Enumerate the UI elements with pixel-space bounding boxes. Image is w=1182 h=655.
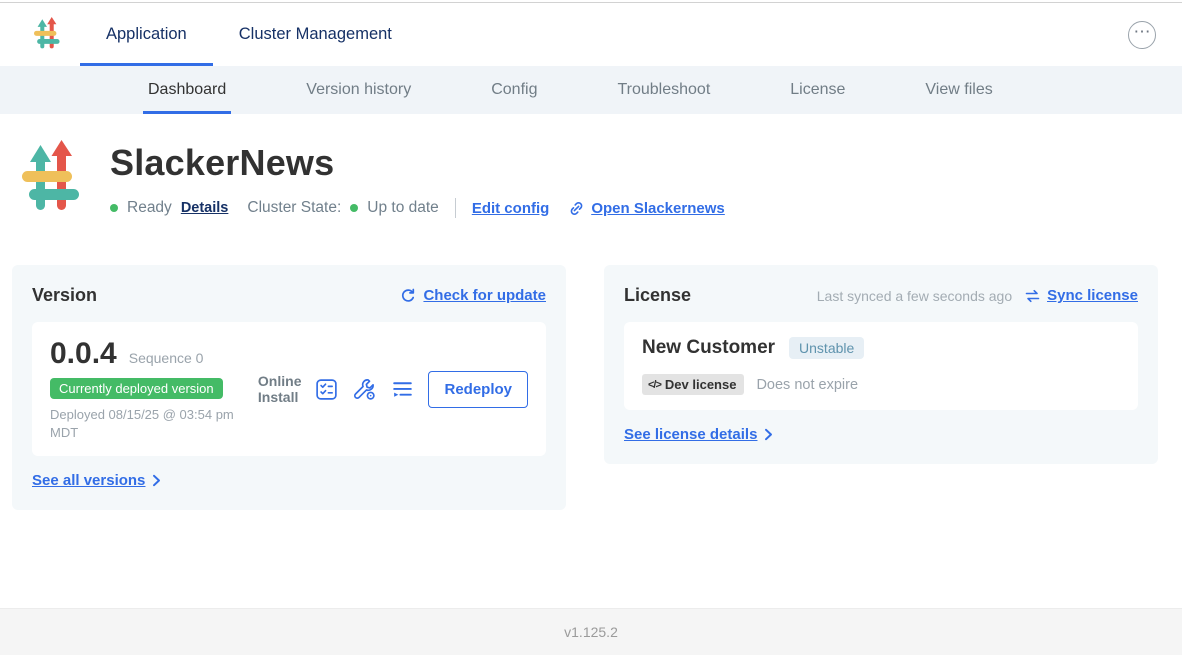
- sequence-label: Sequence 0: [129, 350, 204, 366]
- top-tabs: Application Cluster Management: [80, 3, 418, 66]
- ready-status-dot: [110, 204, 118, 212]
- license-expiry-text: Does not expire: [756, 377, 858, 393]
- vertical-divider: [455, 198, 456, 218]
- page-title: SlackerNews: [110, 142, 725, 184]
- chevron-right-icon: [764, 428, 773, 441]
- install-type-label: Online Install: [258, 373, 302, 405]
- license-details-panel: New Customer Unstable </> Dev license Do…: [624, 322, 1138, 410]
- deployed-status-badge: Currently deployed version: [50, 378, 223, 399]
- edit-config-link[interactable]: Edit config: [472, 200, 550, 217]
- release-notes-icon: [314, 377, 339, 402]
- redeploy-button[interactable]: Redeploy: [428, 371, 528, 408]
- cluster-state-value: Up to date: [367, 199, 439, 217]
- cluster-state-dot: [350, 204, 358, 212]
- sync-arrows-icon: [1024, 289, 1041, 303]
- sync-license-link[interactable]: Sync license: [1024, 287, 1138, 304]
- see-all-versions-link[interactable]: See all versions: [32, 472, 161, 489]
- last-synced-text: Last synced a few seconds ago: [817, 288, 1012, 304]
- current-version-panel: 0.0.4 Sequence 0 Currently deployed vers…: [32, 322, 546, 456]
- link-icon: [568, 200, 585, 217]
- version-number: 0.0.4: [50, 337, 117, 371]
- cluster-state-label: Cluster State:: [247, 199, 341, 217]
- check-for-update-link[interactable]: Check for update: [400, 287, 546, 304]
- channel-badge: Unstable: [789, 337, 864, 359]
- subnav-item-license[interactable]: License: [785, 66, 850, 114]
- subnav-item-version-history[interactable]: Version history: [301, 66, 416, 114]
- view-config-button[interactable]: [352, 377, 377, 402]
- ellipsis-icon: ⋯: [1134, 23, 1151, 40]
- console-footer: v1.125.2: [0, 608, 1182, 655]
- refresh-icon: [400, 288, 416, 304]
- console-version-text: v1.125.2: [564, 624, 618, 640]
- chevron-right-icon: [152, 474, 161, 487]
- subnav-item-view-files[interactable]: View files: [920, 66, 997, 114]
- tab-application[interactable]: Application: [80, 3, 213, 66]
- slackernews-app-icon: [22, 140, 80, 223]
- version-card: Version Check for update 0.0.4 Sequence …: [12, 265, 566, 510]
- wrench-gear-icon: [352, 377, 377, 402]
- deploy-logs-button[interactable]: [390, 377, 415, 402]
- deployed-timestamp: Deployed 08/15/25 @ 03:54 pm MDT: [50, 406, 255, 441]
- license-card: License Last synced a few seconds ago Sy…: [604, 265, 1158, 464]
- subnav-item-troubleshoot[interactable]: Troubleshoot: [612, 66, 715, 114]
- subnav-item-dashboard[interactable]: Dashboard: [143, 66, 231, 114]
- license-type-badge: </> Dev license: [642, 374, 744, 395]
- app-status-text: Ready: [127, 199, 172, 217]
- app-status-row: Ready Details Cluster State: Up to date …: [110, 198, 725, 218]
- customer-name: New Customer: [642, 337, 775, 359]
- dashboard-cards: Version Check for update 0.0.4 Sequence …: [12, 265, 1158, 510]
- open-slackernews-link[interactable]: Open Slackernews: [568, 200, 724, 217]
- subnav-item-config[interactable]: Config: [486, 66, 542, 114]
- code-brackets-icon: </>: [648, 379, 661, 391]
- see-license-details-link[interactable]: See license details: [624, 426, 773, 443]
- replicated-logo-icon: [34, 17, 60, 52]
- version-card-title: Version: [32, 285, 97, 306]
- tab-cluster-management[interactable]: Cluster Management: [213, 3, 418, 66]
- more-menu-button[interactable]: ⋯: [1128, 21, 1156, 49]
- release-notes-button[interactable]: [314, 377, 339, 402]
- app-subnav: Dashboard Version history Config Trouble…: [0, 66, 1182, 114]
- details-link[interactable]: Details: [181, 200, 229, 216]
- app-header: SlackerNews Ready Details Cluster State:…: [0, 114, 1182, 223]
- license-card-title: License: [624, 285, 691, 306]
- logs-icon: [390, 377, 415, 402]
- top-navbar: Application Cluster Management ⋯: [0, 3, 1182, 66]
